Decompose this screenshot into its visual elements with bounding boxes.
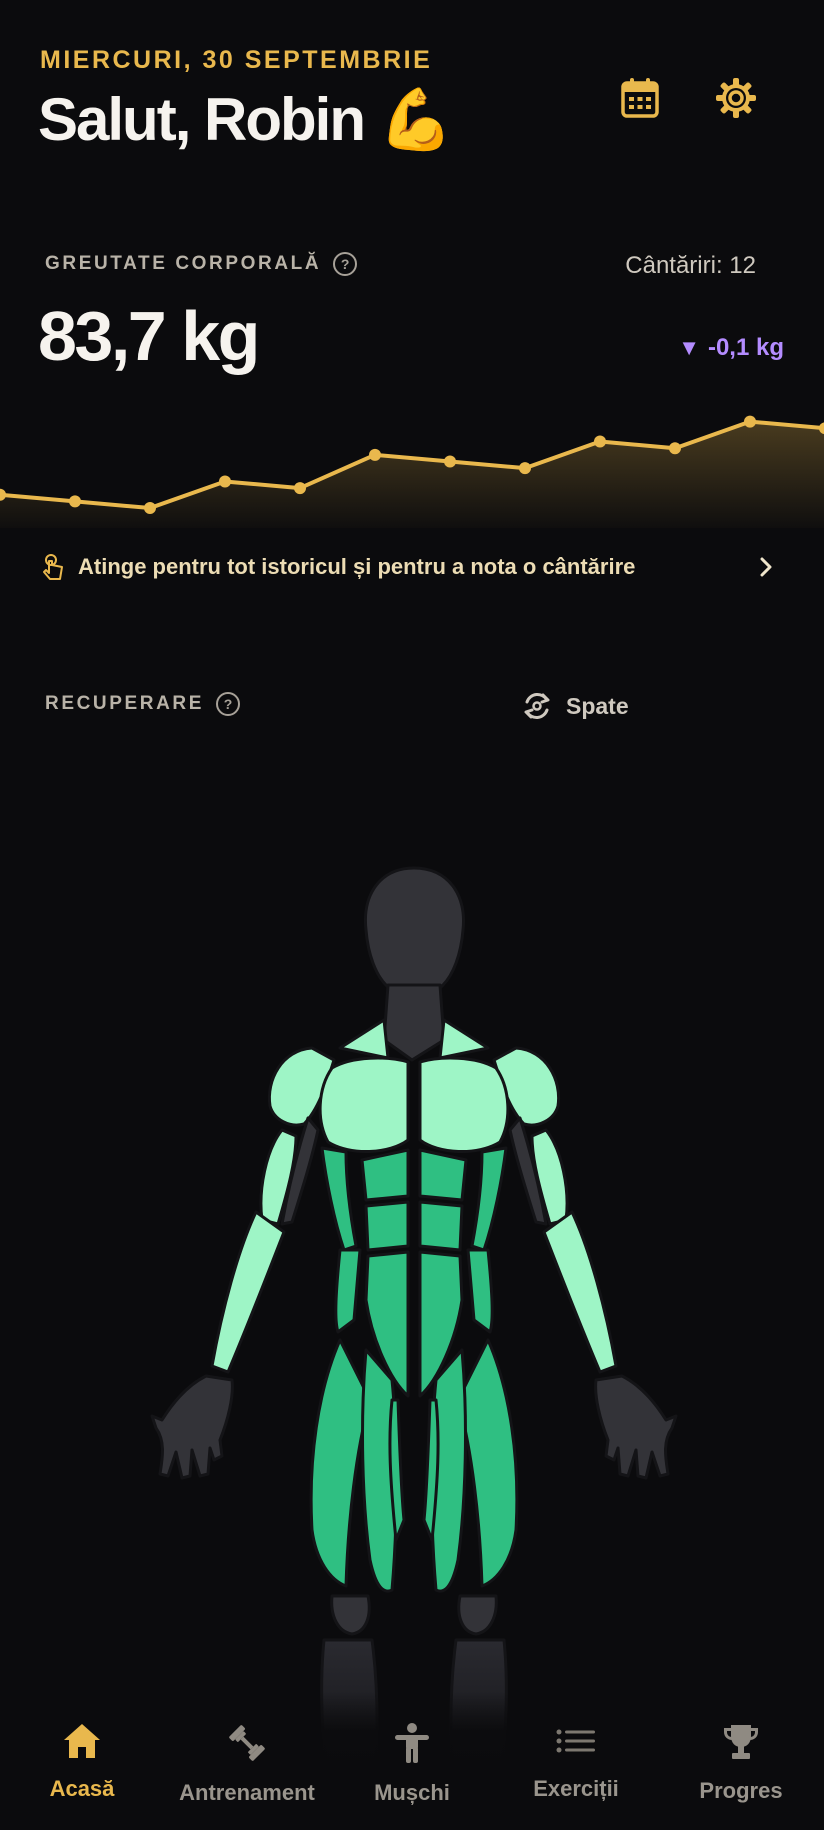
chart-point-5[interactable]	[294, 482, 306, 495]
abs-upper-right[interactable]	[418, 1148, 468, 1202]
nav-label-progress: Progres	[699, 1778, 783, 1803]
nav-label-muscles: Mușchi	[374, 1780, 450, 1805]
rotate-icon	[524, 693, 550, 719]
recovery-label-text: RECUPERARE	[45, 693, 205, 714]
oblique-left[interactable]	[334, 1248, 362, 1334]
person-icon	[395, 1723, 429, 1763]
serratus-right[interactable]	[470, 1146, 508, 1252]
date-label: MIERCURI, 30 SEPTEMBRIE	[40, 46, 433, 74]
greeting-title: Salut, Robin 💪	[38, 86, 453, 153]
oblique-right[interactable]	[466, 1248, 494, 1334]
weight-history-hint: Atinge pentru tot istoricul și pentru a …	[78, 554, 636, 579]
bottom-nav: Acasă Antrenament Mușchi Exerciții Progr…	[0, 1692, 824, 1830]
recovery-help-icon[interactable]: ?	[216, 692, 241, 716]
neck	[382, 983, 446, 1062]
chart-point-9[interactable]	[594, 435, 606, 448]
forearm-left[interactable]	[210, 1210, 286, 1374]
muscle-body-map[interactable]	[140, 860, 700, 1830]
weigh-in-count: Cântăriri: 12	[625, 252, 756, 279]
nav-label-exercises: Exerciții	[533, 1776, 619, 1801]
nav-label-home: Acasă	[49, 1776, 115, 1801]
serratus-left[interactable]	[320, 1146, 358, 1252]
body-view-toggle[interactable]: Spate	[522, 684, 629, 728]
weight-section-label: GREUTATE CORPORALĂ ?	[45, 252, 358, 276]
chart-point-3[interactable]	[144, 502, 156, 515]
weight-label-text: GREUTATE CORPORALĂ	[45, 253, 322, 274]
nav-item-progress[interactable]: Progres	[659, 1722, 823, 1804]
nav-item-workout[interactable]: Antrenament	[165, 1722, 329, 1806]
hand-right	[594, 1374, 678, 1480]
tap-hand-icon	[43, 554, 63, 580]
knee-left	[330, 1594, 371, 1636]
nav-item-exercises[interactable]: Exerciții	[494, 1722, 658, 1802]
chevron-right-icon	[760, 557, 772, 577]
hand-left	[150, 1374, 234, 1480]
abs-mid-left[interactable]	[364, 1200, 410, 1252]
trapezius-right[interactable]	[438, 1018, 490, 1060]
chart-point-4[interactable]	[219, 475, 231, 488]
chart-point-6[interactable]	[369, 448, 381, 461]
nav-label-workout: Antrenament	[179, 1780, 315, 1805]
head	[363, 866, 466, 1002]
weight-delta: ▼ -0,1 kg	[678, 334, 784, 362]
knee-right	[457, 1594, 498, 1636]
weight-history-link[interactable]: Atinge pentru tot istoricul și pentru a …	[0, 528, 824, 606]
quad-outer-right[interactable]	[456, 1338, 519, 1588]
nav-item-muscles[interactable]: Mușchi	[330, 1722, 494, 1806]
weight-chart[interactable]	[0, 395, 824, 528]
trapezius-left[interactable]	[338, 1018, 390, 1060]
dumbbell-icon	[229, 1725, 265, 1761]
chart-point-11[interactable]	[744, 415, 756, 428]
weight-help-icon[interactable]: ?	[333, 252, 358, 276]
pectoral-right[interactable]	[418, 1056, 510, 1153]
chart-point-10[interactable]	[669, 442, 681, 455]
weight-delta-value: -0,1 kg	[707, 334, 784, 361]
settings-button[interactable]	[706, 68, 766, 128]
calendar-icon	[621, 78, 659, 118]
pectoral-left[interactable]	[318, 1056, 410, 1153]
gear-icon	[716, 78, 756, 118]
home-icon	[64, 1724, 100, 1758]
forearm-right[interactable]	[542, 1210, 618, 1374]
current-weight: 83,7 kg	[38, 297, 260, 375]
abs-upper-left[interactable]	[360, 1148, 410, 1202]
abs-mid-right[interactable]	[418, 1200, 464, 1252]
body-view-label: Spate	[566, 692, 629, 719]
quad-outer-left[interactable]	[309, 1338, 372, 1588]
chart-point-2[interactable]	[69, 495, 81, 508]
list-icon	[556, 1729, 595, 1753]
chart-point-7[interactable]	[444, 455, 456, 468]
down-triangle-icon: ▼	[678, 335, 700, 360]
nav-item-home[interactable]: Acasă	[0, 1722, 164, 1802]
chart-point-8[interactable]	[519, 462, 531, 475]
trophy-icon	[724, 1725, 758, 1759]
recovery-section-label: RECUPERARE ?	[45, 692, 241, 716]
calendar-button[interactable]	[610, 68, 670, 128]
